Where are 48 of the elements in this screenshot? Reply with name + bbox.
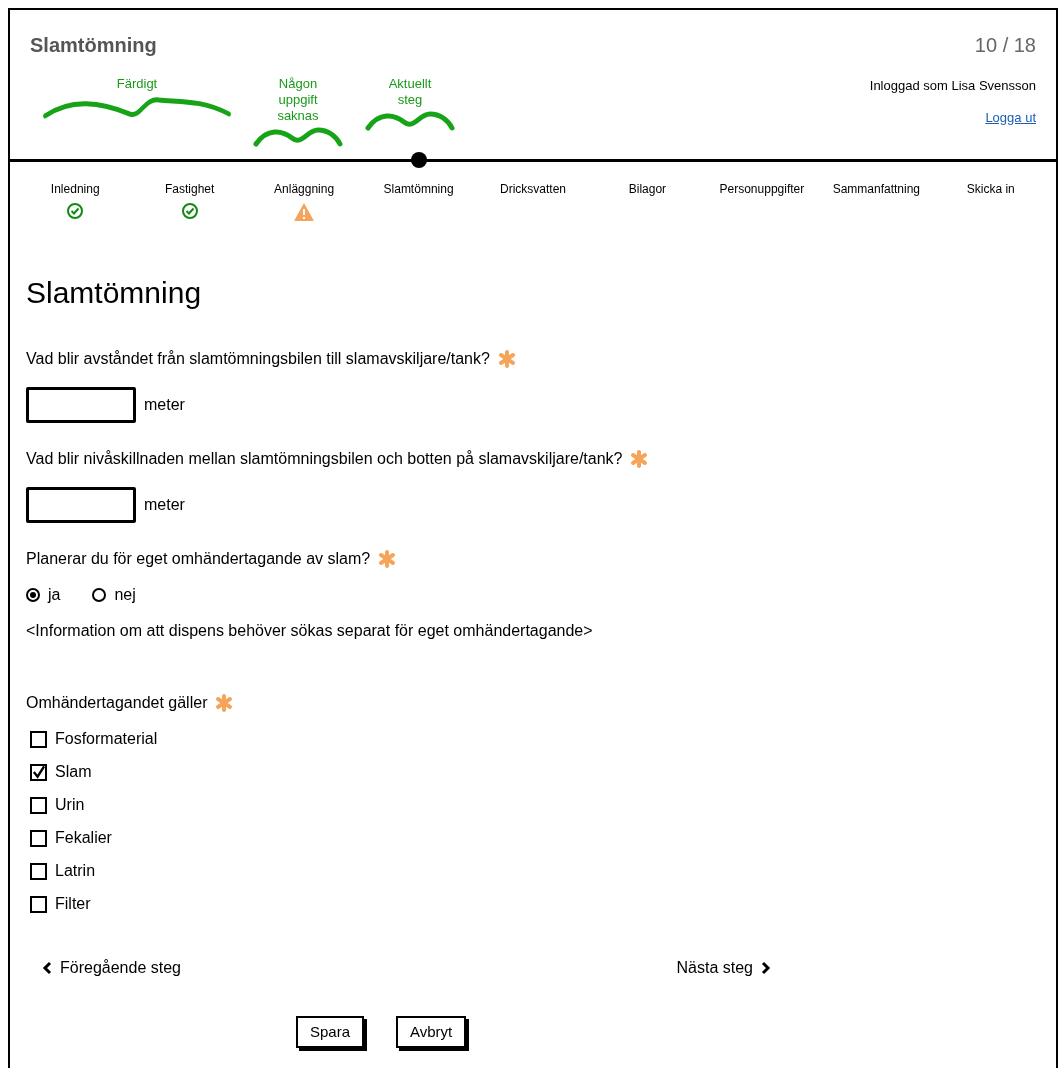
checkbox[interactable] (30, 895, 47, 913)
step-link[interactable]: Skicka in (966, 180, 1015, 198)
option-label: Fekalier (55, 828, 112, 848)
info-text: <Information om att dispens behöver sökas separat för eget omhändertagande> (26, 621, 594, 641)
logged-in-text: Inloggad som Lisa Svensson (869, 77, 1036, 95)
previous-step-link[interactable]: Föregående steg (42, 956, 181, 980)
checkbox[interactable] (30, 763, 47, 781)
logout-link[interactable]: Logga ut (985, 107, 1036, 127)
annotation-label: Någon uppgift saknas (276, 76, 320, 124)
annotation-label: Färdigt (116, 76, 158, 92)
checkbox[interactable] (30, 829, 47, 847)
radio-button[interactable] (92, 588, 107, 602)
form-button[interactable]: Avbryt (396, 1016, 467, 1048)
step-link[interactable]: Inledning (50, 180, 100, 198)
step-link[interactable]: Bilagor (628, 180, 667, 198)
unit-label: meter (144, 495, 185, 515)
question-label: Omhändertagandet gäller (26, 693, 208, 713)
option-label: Slam (55, 762, 92, 782)
option-label: Latrin (55, 861, 96, 881)
page-title: Slamtömning (30, 33, 157, 58)
option-label: nej (114, 585, 136, 605)
question-label: Planerar du för eget omhändertagande av slam? (26, 549, 371, 569)
step-link[interactable]: Fastighet (164, 180, 215, 198)
question-label: Vad blir nivåskillnaden mellan slamtömningsbilen och botten på slamavskiljare/tank? (26, 449, 623, 469)
page-counter: 10 / 18 (974, 33, 1036, 58)
checkbox[interactable] (30, 862, 47, 880)
next-step-link[interactable]: Nästa steg (676, 956, 771, 980)
option-label: Fosformaterial (55, 729, 158, 749)
checkbox[interactable] (30, 730, 47, 748)
step-link[interactable]: Sammanfattning (832, 180, 920, 198)
checkbox[interactable] (30, 796, 47, 814)
chevron-left-icon (42, 961, 52, 975)
section-heading: Slamtömning (26, 275, 203, 311)
option-label: ja (48, 585, 61, 605)
step-link[interactable]: Dricksvatten (499, 180, 566, 198)
unit-label: meter (144, 395, 185, 415)
step-link[interactable]: Anläggning (274, 180, 335, 198)
input-field[interactable] (26, 487, 136, 523)
chevron-right-icon (761, 961, 771, 975)
input-field[interactable] (26, 387, 136, 423)
form-button[interactable]: Spara (296, 1016, 365, 1048)
option-label: Urin (55, 795, 85, 815)
radio-button[interactable] (26, 588, 40, 602)
step-link[interactable]: Personuppgifter (719, 180, 805, 198)
question-label: Vad blir avståndet från slamtömningsbilen till slamavskiljare/tank? (26, 349, 490, 369)
option-label: Filter (55, 894, 91, 914)
annotation-label: Aktuellt steg (387, 76, 433, 108)
step-link[interactable]: Slamtömning (383, 180, 454, 198)
